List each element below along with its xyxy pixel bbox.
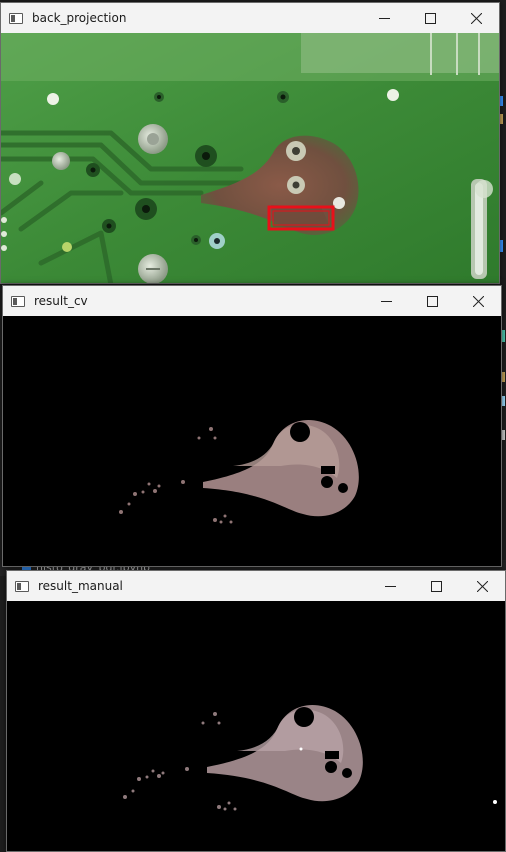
close-icon[interactable] [453,3,499,33]
minimize-icon[interactable] [367,571,413,601]
ide-gutter-mark [502,430,505,440]
ide-gutter-mark [502,396,505,406]
ide-gutter-mark [502,330,505,342]
title-bar[interactable]: result_manual [7,571,505,601]
ide-gutter-mark [500,114,503,124]
window-app-icon [9,12,23,24]
ide-gutter-mark [500,240,503,252]
maximize-icon[interactable] [409,286,455,316]
window-app-icon [11,295,25,307]
window-title: result_cv [34,294,88,308]
maximize-icon[interactable] [413,571,459,601]
result-cv-image [3,316,501,566]
ide-gutter-mark [502,372,505,382]
maximize-icon[interactable] [407,3,453,33]
title-bar[interactable]: result_cv [3,286,501,316]
back-projection-image [1,33,499,283]
back-projection-window[interactable]: back_projection [0,2,500,284]
close-icon[interactable] [455,286,501,316]
title-bar[interactable]: back_projection [1,3,499,33]
minimize-icon[interactable] [363,286,409,316]
result-manual-window[interactable]: result_manual [6,570,506,852]
minimize-icon[interactable] [361,3,407,33]
ide-gutter-mark [500,96,503,106]
close-icon[interactable] [459,571,505,601]
result-manual-image [7,601,505,851]
window-title: back_projection [32,11,127,25]
window-title: result_manual [38,579,123,593]
window-app-icon [15,580,29,592]
result-cv-window[interactable]: result_cv [2,285,502,567]
